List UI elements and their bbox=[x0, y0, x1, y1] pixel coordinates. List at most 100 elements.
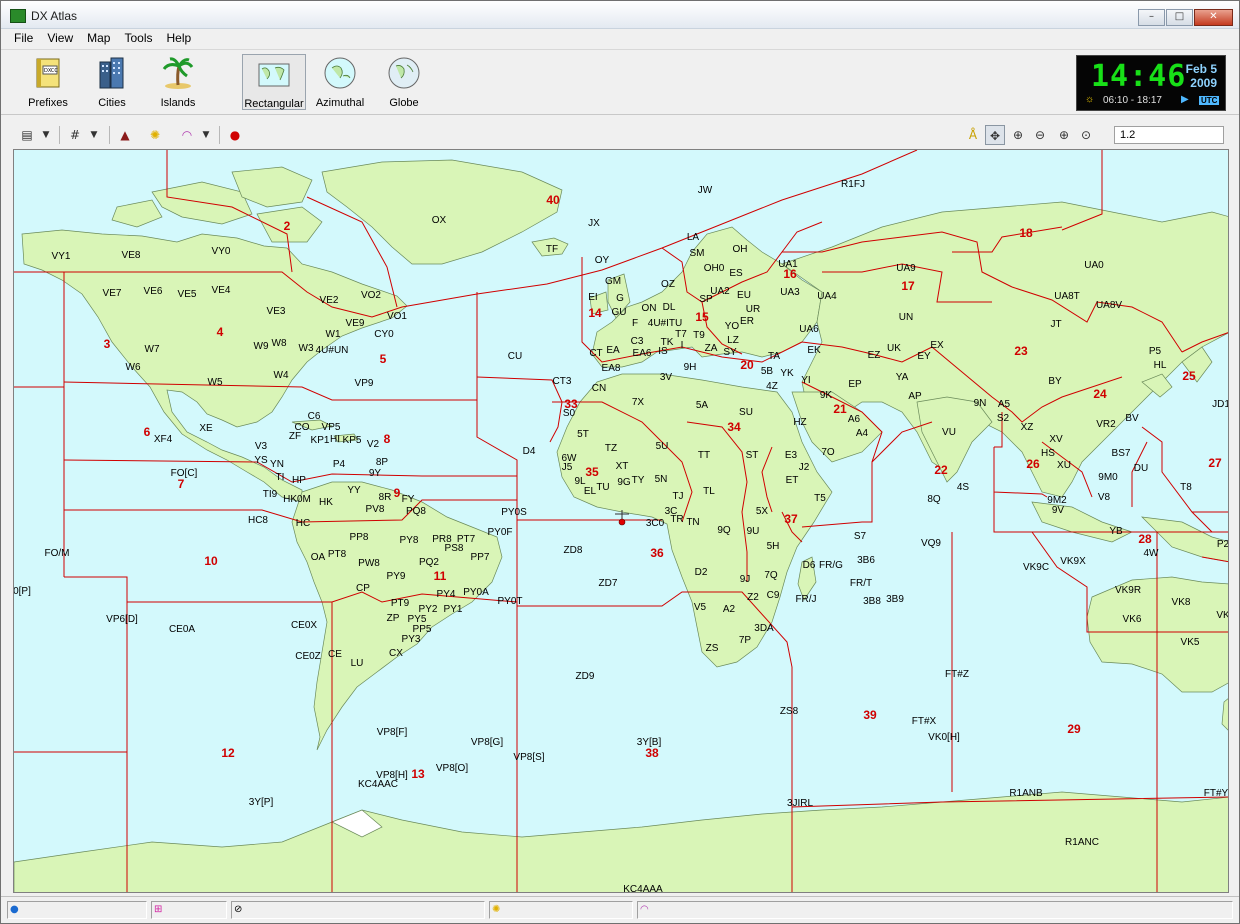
prefix-label: PY3 bbox=[402, 634, 421, 645]
close-button[interactable]: ✕ bbox=[1194, 9, 1233, 26]
scale-input[interactable]: 1.2 bbox=[1114, 126, 1224, 144]
prefix-label: 3C0 bbox=[646, 518, 665, 529]
prefix-label: HC8 bbox=[248, 515, 268, 526]
prefix-label: 9U bbox=[747, 526, 760, 537]
globe-label: Globe bbox=[389, 97, 419, 109]
prefix-label: KC4AAA bbox=[623, 884, 663, 893]
globe-icon bbox=[388, 57, 420, 89]
prefix-label: C9 bbox=[767, 590, 780, 601]
sun-position-icon[interactable]: ✺ bbox=[145, 125, 165, 145]
map-canvas[interactable]: OX JX TF OY JW R1FJ VY1 VE8 VY0 VE7 VE6 VE5 VE4 VE2 VO… bbox=[14, 150, 1229, 893]
azimuthal-button[interactable]: Azimuthal bbox=[307, 54, 373, 110]
prefix-label: 3B6 bbox=[857, 555, 875, 566]
prefix-label: 3B8 bbox=[863, 596, 881, 607]
prefix-label: R1ANB bbox=[1009, 788, 1043, 799]
maximize-button[interactable]: □ bbox=[1166, 9, 1193, 26]
prefix-label: PS8 bbox=[445, 543, 464, 554]
prefix-label: VP6[D] bbox=[106, 614, 138, 625]
prefix-label: YO bbox=[725, 321, 740, 332]
play-icon[interactable]: ▶ bbox=[1181, 94, 1189, 105]
prefix-label: PY1 bbox=[444, 604, 463, 615]
menu-help[interactable]: Help bbox=[160, 29, 199, 48]
minimize-button[interactable]: – bbox=[1138, 9, 1165, 26]
propagation-icon[interactable]: ◠ bbox=[177, 125, 197, 145]
islands-label: Islands bbox=[160, 97, 196, 109]
cq-zone-label: 18 bbox=[1019, 226, 1033, 240]
zoom-window-icon[interactable]: ⊕ bbox=[1009, 125, 1027, 145]
prefix-label: J2 bbox=[799, 462, 810, 473]
prefix-label: PY9 bbox=[387, 571, 406, 582]
pin-icon[interactable]: ● bbox=[225, 125, 245, 145]
prefix-label: D2 bbox=[695, 567, 708, 578]
prefix-label: FT#Y bbox=[1204, 788, 1229, 799]
prefix-label: YY bbox=[347, 485, 361, 496]
grid-icon[interactable]: # bbox=[65, 125, 85, 145]
prefix-label: P2 bbox=[1217, 539, 1229, 550]
zoom-reset-icon[interactable]: ⊙ bbox=[1077, 125, 1095, 145]
map-toolbar: ▤ ▼ # ▼ ▲ ✺ ◠ ▼ ● Å ✥ ⊕ ⊖ ⊕ ⊙ 1.2 bbox=[1, 122, 1239, 148]
cq-zone-label: 28 bbox=[1138, 532, 1152, 546]
prefix-label: YI bbox=[801, 375, 810, 386]
prefix-label: 7Q bbox=[764, 570, 778, 581]
world-map[interactable]: OX JX TF OY JW R1FJ VY1 VE8 VY0 VE7 VE6 VE5 VE4 VE2 VO… bbox=[13, 149, 1229, 893]
prefix-label: BS7 bbox=[1112, 448, 1131, 459]
cities-label: Cities bbox=[98, 97, 126, 109]
prefix-label: T7 bbox=[675, 329, 687, 340]
menu-file[interactable]: File bbox=[7, 29, 40, 48]
prefix-label: 3B9 bbox=[886, 594, 904, 605]
prefix-label: E3 bbox=[785, 450, 798, 461]
prefix-label: 4U#UN bbox=[316, 345, 349, 356]
menu-view[interactable]: View bbox=[40, 29, 80, 48]
prefix-label: PP7 bbox=[471, 552, 490, 563]
prefix-label: VP8[O] bbox=[436, 763, 468, 774]
prefix-label: VP8[F] bbox=[377, 727, 408, 738]
grid-dropdown-icon[interactable]: ▼ bbox=[87, 125, 101, 145]
menu-tools[interactable]: Tools bbox=[117, 29, 159, 48]
prefix-label: YK bbox=[780, 368, 794, 379]
islands-button[interactable]: Islands bbox=[145, 54, 211, 110]
prefix-label: PQ2 bbox=[419, 557, 439, 568]
compass-icon[interactable]: Å bbox=[964, 125, 982, 145]
prefix-label: VE9 bbox=[346, 318, 365, 329]
prefix-label: TY bbox=[632, 475, 645, 486]
prefix-label: JD1 bbox=[1212, 399, 1229, 410]
sun-status-icon: ✺ bbox=[492, 904, 501, 915]
prefixes-button[interactable]: DXCC Prefixes bbox=[15, 54, 81, 110]
cq-zone-label: 7 bbox=[178, 477, 185, 491]
pan-icon[interactable]: ✥ bbox=[985, 125, 1005, 145]
prefix-label: OH0 bbox=[704, 263, 725, 274]
terminator-icon[interactable]: ▲ bbox=[115, 125, 135, 145]
prefix-label: 3V bbox=[660, 372, 673, 383]
prefix-label: VR2 bbox=[1096, 419, 1116, 430]
svg-text:DXCC: DXCC bbox=[44, 68, 58, 74]
cq-zone-label: 36 bbox=[650, 546, 664, 560]
cq-zone-label: 40 bbox=[546, 193, 560, 207]
prefix-label: FR/G bbox=[819, 560, 843, 571]
layers-dropdown-icon[interactable]: ▼ bbox=[39, 125, 53, 145]
prefix-label: LZ bbox=[727, 335, 739, 346]
cq-zone-label: 2 bbox=[284, 219, 291, 233]
rectangular-button[interactable]: Rectangular bbox=[242, 54, 306, 110]
prefix-label: 8P bbox=[376, 457, 389, 468]
prefix-label: EI bbox=[588, 292, 597, 303]
cq-zone-label: 17 bbox=[901, 279, 915, 293]
cities-button[interactable]: Cities bbox=[79, 54, 145, 110]
cq-zone-label: 21 bbox=[833, 402, 847, 416]
globe-status-icon: ● bbox=[10, 904, 19, 915]
propagation-dropdown-icon[interactable]: ▼ bbox=[199, 125, 213, 145]
rectangular-label: Rectangular bbox=[244, 98, 304, 110]
zoom-in-icon[interactable]: ⊕ bbox=[1055, 125, 1073, 145]
prefix-label: V5 bbox=[694, 602, 707, 613]
prefix-label: W1 bbox=[326, 329, 341, 340]
prefix-label: D4 bbox=[523, 446, 536, 457]
globe-button[interactable]: Globe bbox=[371, 54, 437, 110]
prefix-label: VK bbox=[1216, 610, 1229, 621]
clock-panel: 14:46 Feb 5 2009 ☼ 06:10 - 18:17 ▶ UTC bbox=[1076, 55, 1226, 111]
layers-icon[interactable]: ▤ bbox=[17, 125, 37, 145]
zoom-out-icon[interactable]: ⊖ bbox=[1031, 125, 1049, 145]
menu-map[interactable]: Map bbox=[80, 29, 117, 48]
prefix-label: 7P bbox=[739, 635, 752, 646]
prefix-label: XT bbox=[616, 461, 629, 472]
prefix-label: FT#X bbox=[912, 716, 937, 727]
prefix-label: 9N bbox=[974, 398, 987, 409]
